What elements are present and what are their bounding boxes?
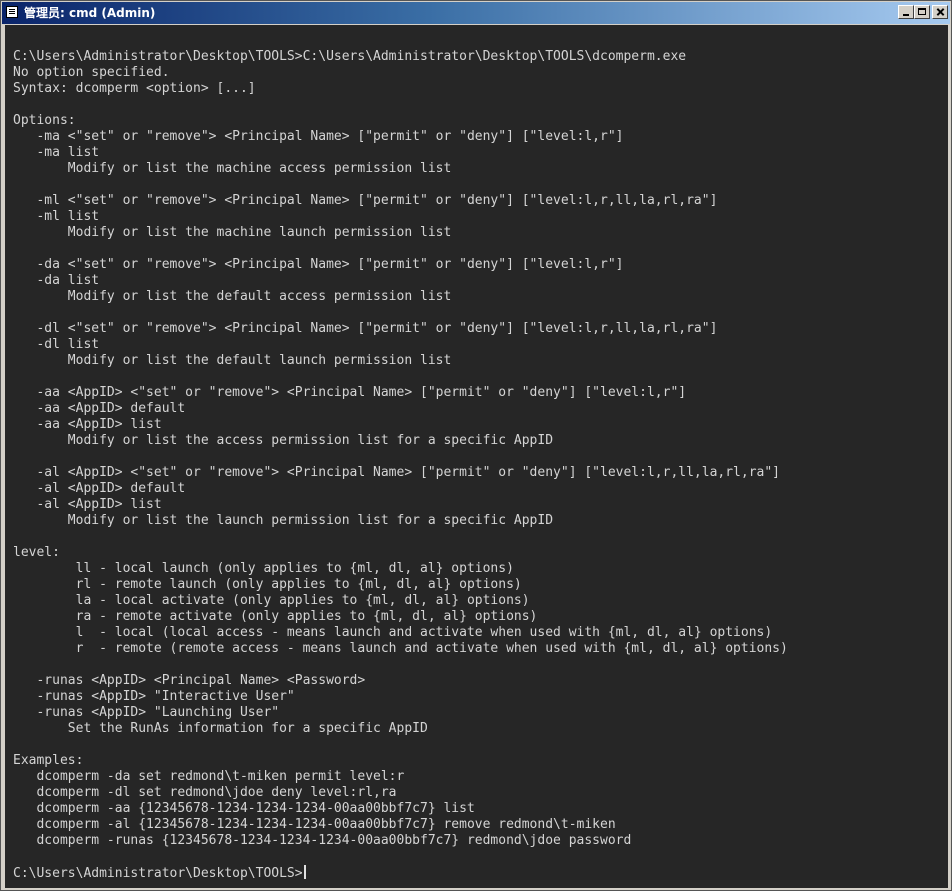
minimize-button[interactable] [898, 5, 914, 19]
console-line: -runas <AppID> "Launching User" [13, 705, 280, 720]
console-line: dcomperm -dl set redmond\jdoe deny level… [13, 785, 397, 800]
console-line: la - local activate (only applies to {ml… [13, 593, 530, 608]
console-line: Modify or list the machine access permis… [13, 161, 452, 176]
console-line: -al <AppID> default [13, 481, 186, 496]
console-line: level: [13, 545, 60, 560]
console-line: -ml <"set" or "remove"> <Principal Name>… [13, 193, 718, 208]
console-line: -aa <AppID> <"set" or "remove"> <Princip… [13, 385, 687, 400]
console-window: 管理员: cmd (Admin) C:\Users\Administrator\… [0, 0, 952, 891]
text-cursor [303, 865, 306, 879]
console-line: Modify or list the default access permis… [13, 289, 452, 304]
console-line: Modify or list the machine launch permis… [13, 225, 452, 240]
command-prompt: C:\Users\Administrator\Desktop\TOOLS> [13, 866, 303, 881]
maximize-button[interactable] [914, 5, 930, 19]
console-line: C:\Users\Administrator\Desktop\TOOLS>C:\… [13, 49, 687, 64]
console-line: No option specified. [13, 65, 170, 80]
console-line: -al <AppID> list [13, 497, 162, 512]
console-line: -ml list [13, 209, 100, 224]
console-line: -ma <"set" or "remove"> <Principal Name>… [13, 129, 624, 144]
console-window-icon[interactable] [6, 6, 18, 18]
console-line: -dl <"set" or "remove"> <Principal Name>… [13, 321, 718, 336]
console-line: -aa <AppID> list [13, 417, 162, 432]
console-line: dcomperm -da set redmond\t-miken permit … [13, 769, 405, 784]
console-line: -da <"set" or "remove"> <Principal Name>… [13, 257, 624, 272]
console-line: Modify or list the default launch permis… [13, 353, 452, 368]
console-line: ll - local launch (only applies to {ml, … [13, 561, 514, 576]
console-line: r - remote (remote access - means launch… [13, 641, 788, 656]
console-line: dcomperm -runas {12345678-1234-1234-1234… [13, 833, 632, 848]
console-line: -dl list [13, 337, 100, 352]
prompt-line[interactable]: C:\Users\Administrator\Desktop\TOOLS> [13, 865, 788, 881]
console-line: -runas <AppID> "Interactive User" [13, 689, 295, 704]
console-output-area[interactable]: C:\Users\Administrator\Desktop\TOOLS>C:\… [5, 25, 948, 888]
console-line: l - local (local access - means launch a… [13, 625, 773, 640]
console-line: dcomperm -al {12345678-1234-1234-1234-00… [13, 817, 616, 832]
console-line: -runas <AppID> <Principal Name> <Passwor… [13, 673, 366, 688]
console-line: dcomperm -aa {12345678-1234-1234-1234-00… [13, 801, 475, 816]
console-line: Modify or list the access permission lis… [13, 433, 554, 448]
console-line: Set the RunAs information for a specific… [13, 721, 428, 736]
console-line: Examples: [13, 753, 84, 768]
console-line: -aa <AppID> default [13, 401, 186, 416]
console-line: rl - remote launch (only applies to {ml,… [13, 577, 522, 592]
console-line: Modify or list the launch permission lis… [13, 513, 554, 528]
close-button[interactable] [932, 5, 948, 19]
title-bar[interactable]: 管理员: cmd (Admin) [2, 2, 950, 24]
console-line: -al <AppID> <"set" or "remove"> <Princip… [13, 465, 781, 480]
console-line: Syntax: dcomperm <option> [...] [13, 81, 256, 96]
console-line: ra - remote activate (only applies to {m… [13, 609, 538, 624]
console-line: -ma list [13, 145, 100, 160]
console-output: C:\Users\Administrator\Desktop\TOOLS>C:\… [13, 49, 788, 881]
console-line: -da list [13, 273, 100, 288]
console-line: Options: [13, 113, 76, 128]
window-title: 管理员: cmd (Admin) [24, 6, 156, 20]
